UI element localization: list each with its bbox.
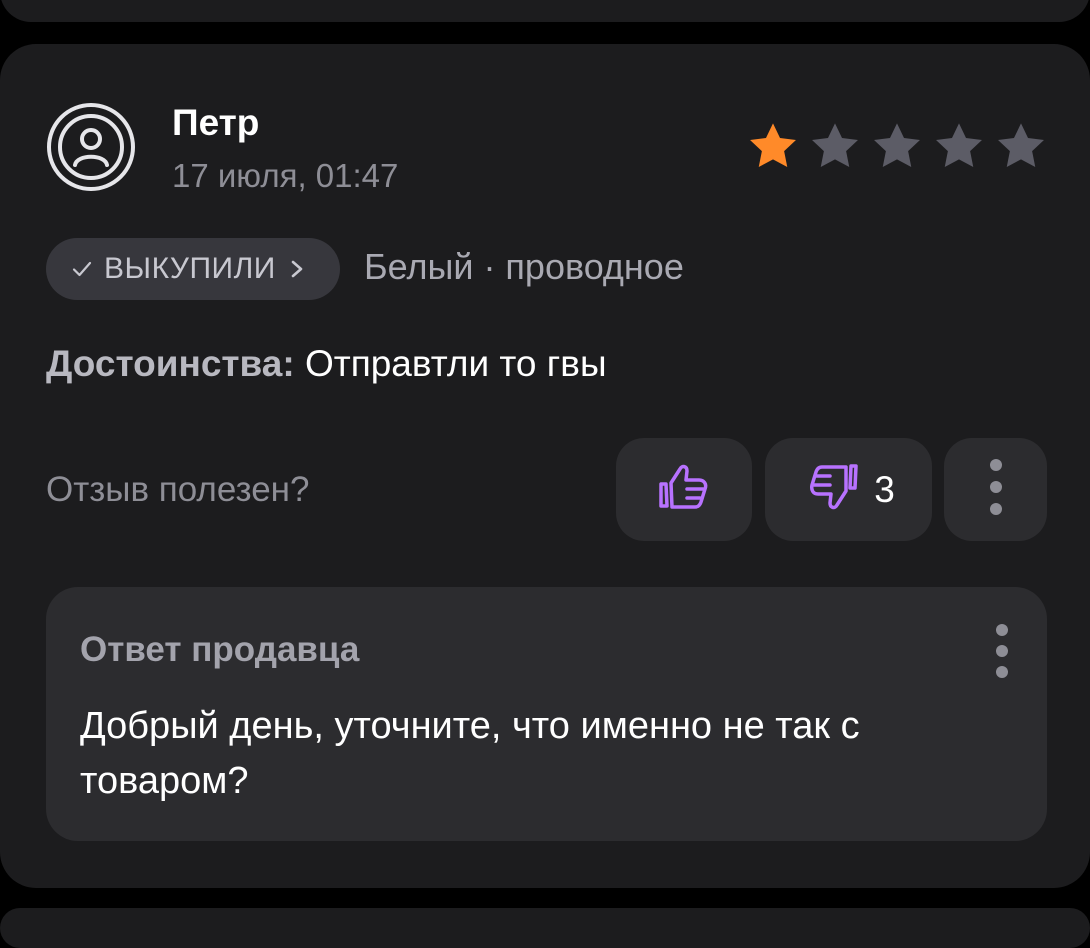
star-icon-empty bbox=[998, 123, 1044, 168]
seller-reply-title: Ответ продавца bbox=[80, 630, 360, 669]
thumb-up-icon bbox=[653, 456, 715, 523]
product-variant: Белый · проводное bbox=[364, 246, 684, 287]
dislike-count: 3 bbox=[874, 468, 895, 510]
review-more-button[interactable] bbox=[944, 438, 1047, 541]
check-icon bbox=[70, 257, 94, 281]
more-vertical-icon bbox=[988, 457, 1004, 522]
previous-review-card bbox=[0, 0, 1090, 22]
pros-label: Достоинства: bbox=[46, 343, 295, 384]
helpful-question: Отзыв полезен? bbox=[46, 470, 310, 509]
star-icon-filled bbox=[750, 123, 796, 168]
star-icon-empty bbox=[874, 123, 920, 168]
star-icon-empty bbox=[936, 123, 982, 168]
seller-reply-text: Добрый день, уточните, что именно не так… bbox=[80, 705, 860, 802]
pros-text: Отправтли то гвы bbox=[304, 343, 607, 384]
more-vertical-icon[interactable] bbox=[990, 623, 1014, 679]
thumb-down-icon bbox=[802, 456, 864, 523]
next-review-card bbox=[0, 908, 1090, 948]
star-rating bbox=[744, 118, 1050, 176]
seller-reply: Ответ продавца Добрый день, уточните, чт… bbox=[46, 587, 1047, 841]
user-avatar-icon bbox=[46, 102, 136, 192]
purchased-badge[interactable]: ВЫКУПИЛИ bbox=[46, 238, 340, 300]
pros-section: Достоинства: Отправтли то гвы bbox=[46, 343, 607, 385]
like-button[interactable] bbox=[616, 438, 752, 541]
chevron-right-icon bbox=[286, 257, 308, 281]
star-icon-empty bbox=[812, 123, 858, 168]
review-date: 17 июля, 01:47 bbox=[172, 157, 399, 194]
dislike-button[interactable]: 3 bbox=[765, 438, 932, 541]
author-name: Петр bbox=[172, 102, 260, 143]
badge-label: ВЫКУПИЛИ bbox=[104, 252, 276, 285]
